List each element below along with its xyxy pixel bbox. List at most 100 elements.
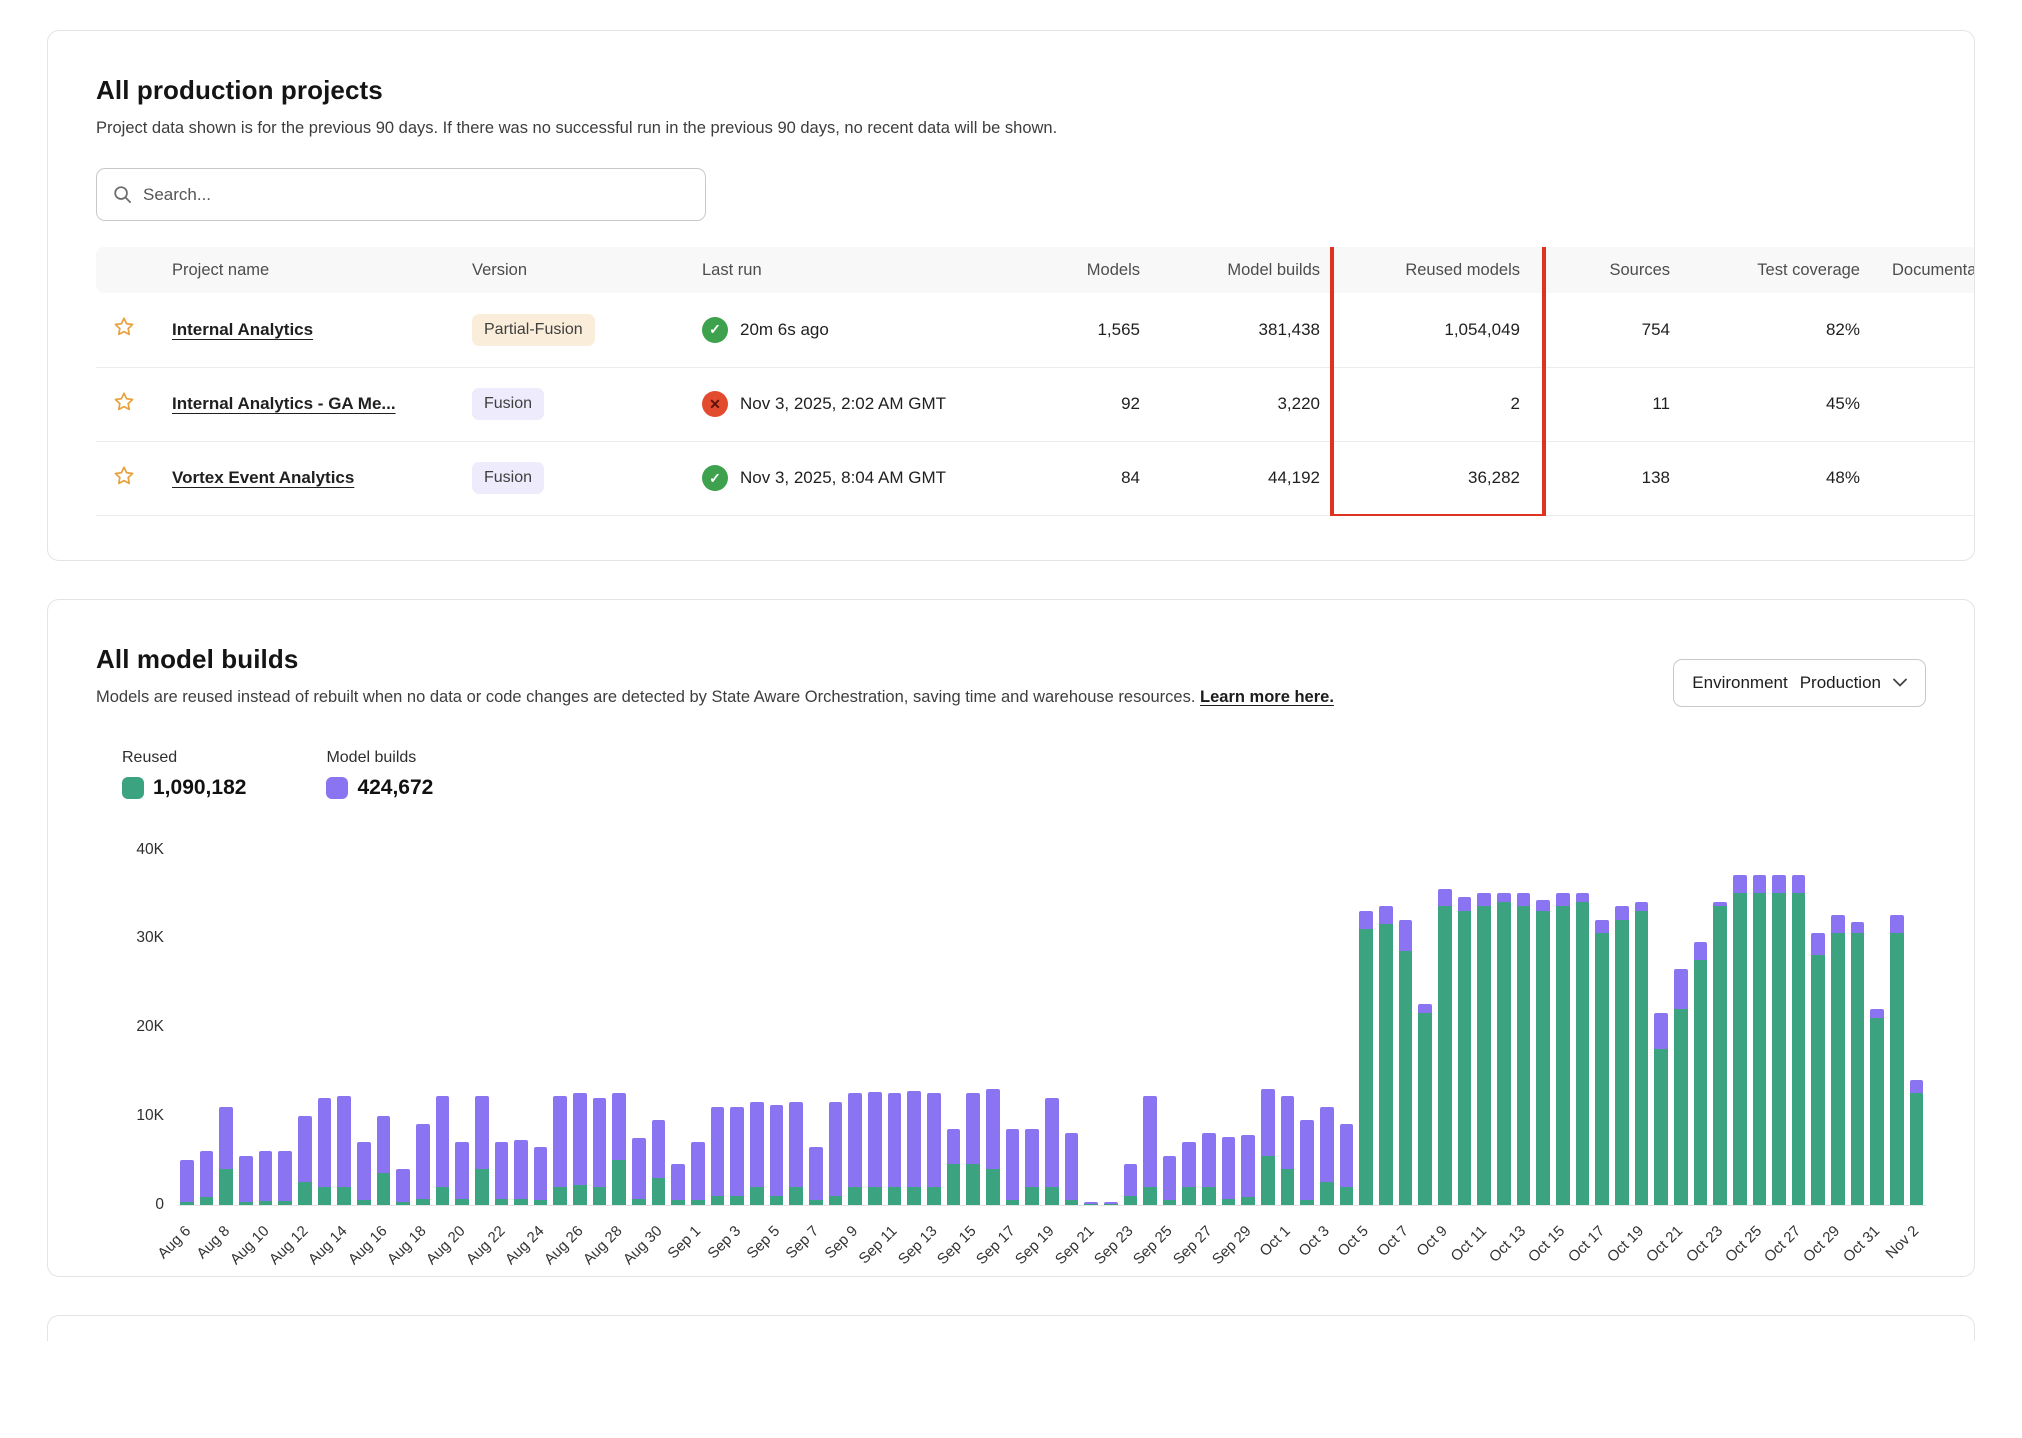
stacked-bar [239,850,253,1205]
stacked-bar [888,850,902,1205]
chart-legend: Reused 1,090,182 Model builds 424,672 [122,749,1926,800]
test-coverage-value: 48% [1686,441,1876,515]
stacked-bar [1517,850,1531,1205]
stacked-bar [1124,850,1138,1205]
stacked-bar [1694,850,1708,1205]
favorite-star-icon[interactable] [112,464,136,488]
stacked-bar [1320,850,1334,1205]
col-test-coverage: Test coverage [1686,247,1876,293]
stacked-bar [1340,850,1354,1205]
chevron-down-icon [1893,678,1907,687]
stacked-bar [495,850,509,1205]
stacked-bar [455,850,469,1205]
col-models: Models [1016,247,1156,293]
legend-model-builds: Model builds 424,672 [326,749,433,800]
stacked-bar [652,850,666,1205]
stacked-bar [1065,850,1079,1205]
x-tick-label: Aug 14 [305,1222,351,1268]
stacked-bar [1222,850,1236,1205]
search-input[interactable] [143,185,689,205]
stacked-bar [1615,850,1629,1205]
x-tick-label: Oct 11 [1448,1222,1490,1264]
x-tick-label: Oct 9 [1413,1222,1450,1259]
stacked-bar [1477,850,1491,1205]
x-tick-label: Oct 15 [1525,1222,1568,1265]
project-name-link[interactable]: Internal Analytics - GA Me... [172,394,396,413]
stacked-bar [848,850,862,1205]
stacked-bar [593,850,607,1205]
production-projects-card: All production projects Project data sho… [47,30,1975,561]
chart-bars [178,850,1926,1205]
stacked-bar [632,850,646,1205]
table-row: Internal Analytics Partial-Fusion ✓20m 6… [96,293,1974,367]
stacked-bar [612,850,626,1205]
star-column-header [96,247,156,293]
project-search[interactable] [96,168,706,221]
stacked-bar [966,850,980,1205]
stacked-bar [691,850,705,1205]
favorite-star-icon[interactable] [112,390,136,414]
sources-count: 754 [1536,293,1686,367]
stacked-bar [357,850,371,1205]
stacked-bar [927,850,941,1205]
stacked-bar [1104,850,1118,1205]
sources-count: 11 [1536,367,1686,441]
x-tick-label: Aug 30 [620,1222,666,1268]
stacked-bar [180,850,194,1205]
model-builds-count: 381,438 [1156,293,1336,367]
environment-dropdown[interactable]: Environment Production [1673,659,1926,707]
x-tick-label: Aug 10 [227,1222,273,1268]
projects-card-subtitle: Project data shown is for the previous 9… [96,119,1974,138]
x-tick-label: Sep 25 [1130,1222,1176,1268]
x-tick-label: Aug 6 [154,1222,194,1262]
stacked-bar [1261,850,1275,1205]
legend-reused-value: 1,090,182 [153,776,246,800]
stacked-bar [1241,850,1255,1205]
stacked-bar [1300,850,1314,1205]
model-builds-count: 44,192 [1156,441,1336,515]
x-tick-label: Oct 29 [1800,1222,1843,1265]
last-run-text: Nov 3, 2025, 8:04 AM GMT [740,468,946,488]
x-tick-label: Sep 11 [856,1222,901,1267]
stacked-bar [1379,850,1393,1205]
stacked-bar [1851,850,1865,1205]
model-builds-card: All model builds Models are reused inste… [47,599,1975,1277]
x-tick-label: Oct 3 [1296,1222,1333,1259]
x-tick-label: Oct 19 [1604,1222,1647,1265]
stacked-bar [1674,850,1688,1205]
stacked-bar [907,850,921,1205]
stacked-bar [789,850,803,1205]
col-model-builds: Model builds [1156,247,1336,293]
environment-value: Production [1800,673,1881,693]
favorite-star-icon[interactable] [112,315,136,339]
x-tick-label: Oct 21 [1643,1222,1686,1265]
x-tick-label: Sep 19 [1012,1222,1058,1268]
model-builds-chart: 010K20K30K40K Aug 6Aug 8Aug 10Aug 12Aug … [116,850,1926,1206]
stacked-bar [1556,850,1570,1205]
stacked-bar [219,850,233,1205]
stacked-bar [1025,850,1039,1205]
table-header-row: Project name Version Last run Models Mod… [96,247,1974,293]
projects-card-title: All production projects [96,75,1974,106]
stacked-bar [534,850,548,1205]
error-status-icon: ✕ [702,391,728,417]
y-tick-label: 10K [136,1107,164,1125]
stacked-bar [200,850,214,1205]
col-documentation: Documentation [1876,247,1974,293]
x-tick-label: Sep 3 [704,1222,744,1262]
project-name-link[interactable]: Vortex Event Analytics [172,468,354,487]
builds-subtitle-text: Models are reused instead of rebuilt whe… [96,688,1195,706]
chart-x-labels: Aug 6Aug 8Aug 10Aug 12Aug 14Aug 16Aug 18… [178,1206,1926,1277]
stacked-bar [1084,850,1098,1205]
x-tick-label: Oct 13 [1486,1222,1529,1265]
project-name-link[interactable]: Internal Analytics [172,320,313,339]
test-coverage-value: 45% [1686,367,1876,441]
reused-models-count: 1,054,049 [1336,293,1536,367]
x-tick-label: Sep 5 [743,1222,783,1262]
x-tick-label: Oct 17 [1565,1222,1608,1265]
x-tick-label: Oct 27 [1761,1222,1804,1265]
learn-more-link[interactable]: Learn more here. [1200,688,1334,706]
model-builds-swatch [326,777,348,799]
stacked-bar [1576,850,1590,1205]
stacked-bar [829,850,843,1205]
